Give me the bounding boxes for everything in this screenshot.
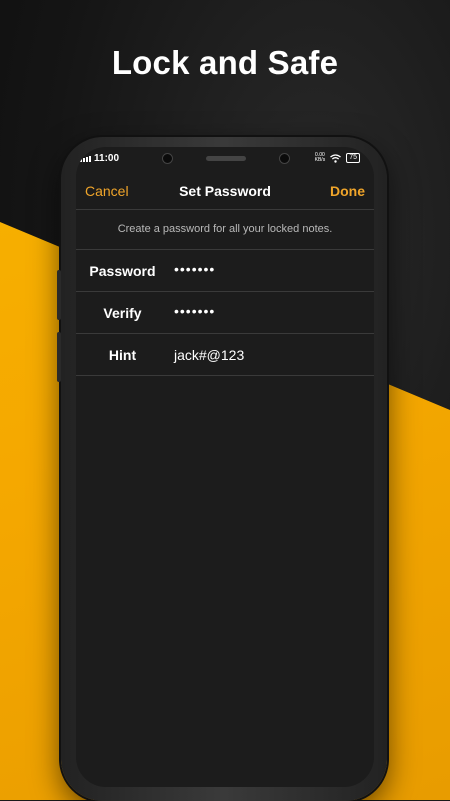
status-time: 11:00 [94,153,120,164]
password-field[interactable]: ••••••• [174,261,215,277]
verify-label: Verify [103,305,142,321]
sensor-icon [278,152,290,164]
hint-row[interactable]: Hint jack#@123 [76,333,374,376]
password-label: Password [89,263,156,279]
camera-icon [162,152,174,164]
hint-label: Hint [108,347,137,363]
description-text: Create a password for all your locked no… [117,223,333,235]
speaker-grille [205,155,246,161]
signal-icon [80,156,91,162]
phone-side-button [57,332,61,382]
camera-notch [146,147,306,169]
data-rate: 0.00 KB/s [314,152,326,163]
hint-field[interactable]: jack#@123 [174,347,244,363]
password-row[interactable]: Password ••••••• [76,249,374,291]
verify-field[interactable]: ••••••• [174,303,215,319]
verify-row[interactable]: Verify ••••••• [76,291,374,333]
headline: Lock and Safe [111,44,339,81]
phone-screen: 11:00 0.00 KB/s 75 Cancel Set Password D… [76,147,374,787]
battery-icon: 75 [346,153,360,163]
status-bar: 11:00 0.00 KB/s 75 [76,147,374,171]
done-button[interactable]: Done [330,183,365,199]
wifi-icon [330,153,342,163]
nav-bar: Cancel Set Password Done [76,171,374,210]
password-form: Password ••••••• Verify ••••••• Hint jac… [76,249,374,376]
phone-side-button [57,270,61,320]
